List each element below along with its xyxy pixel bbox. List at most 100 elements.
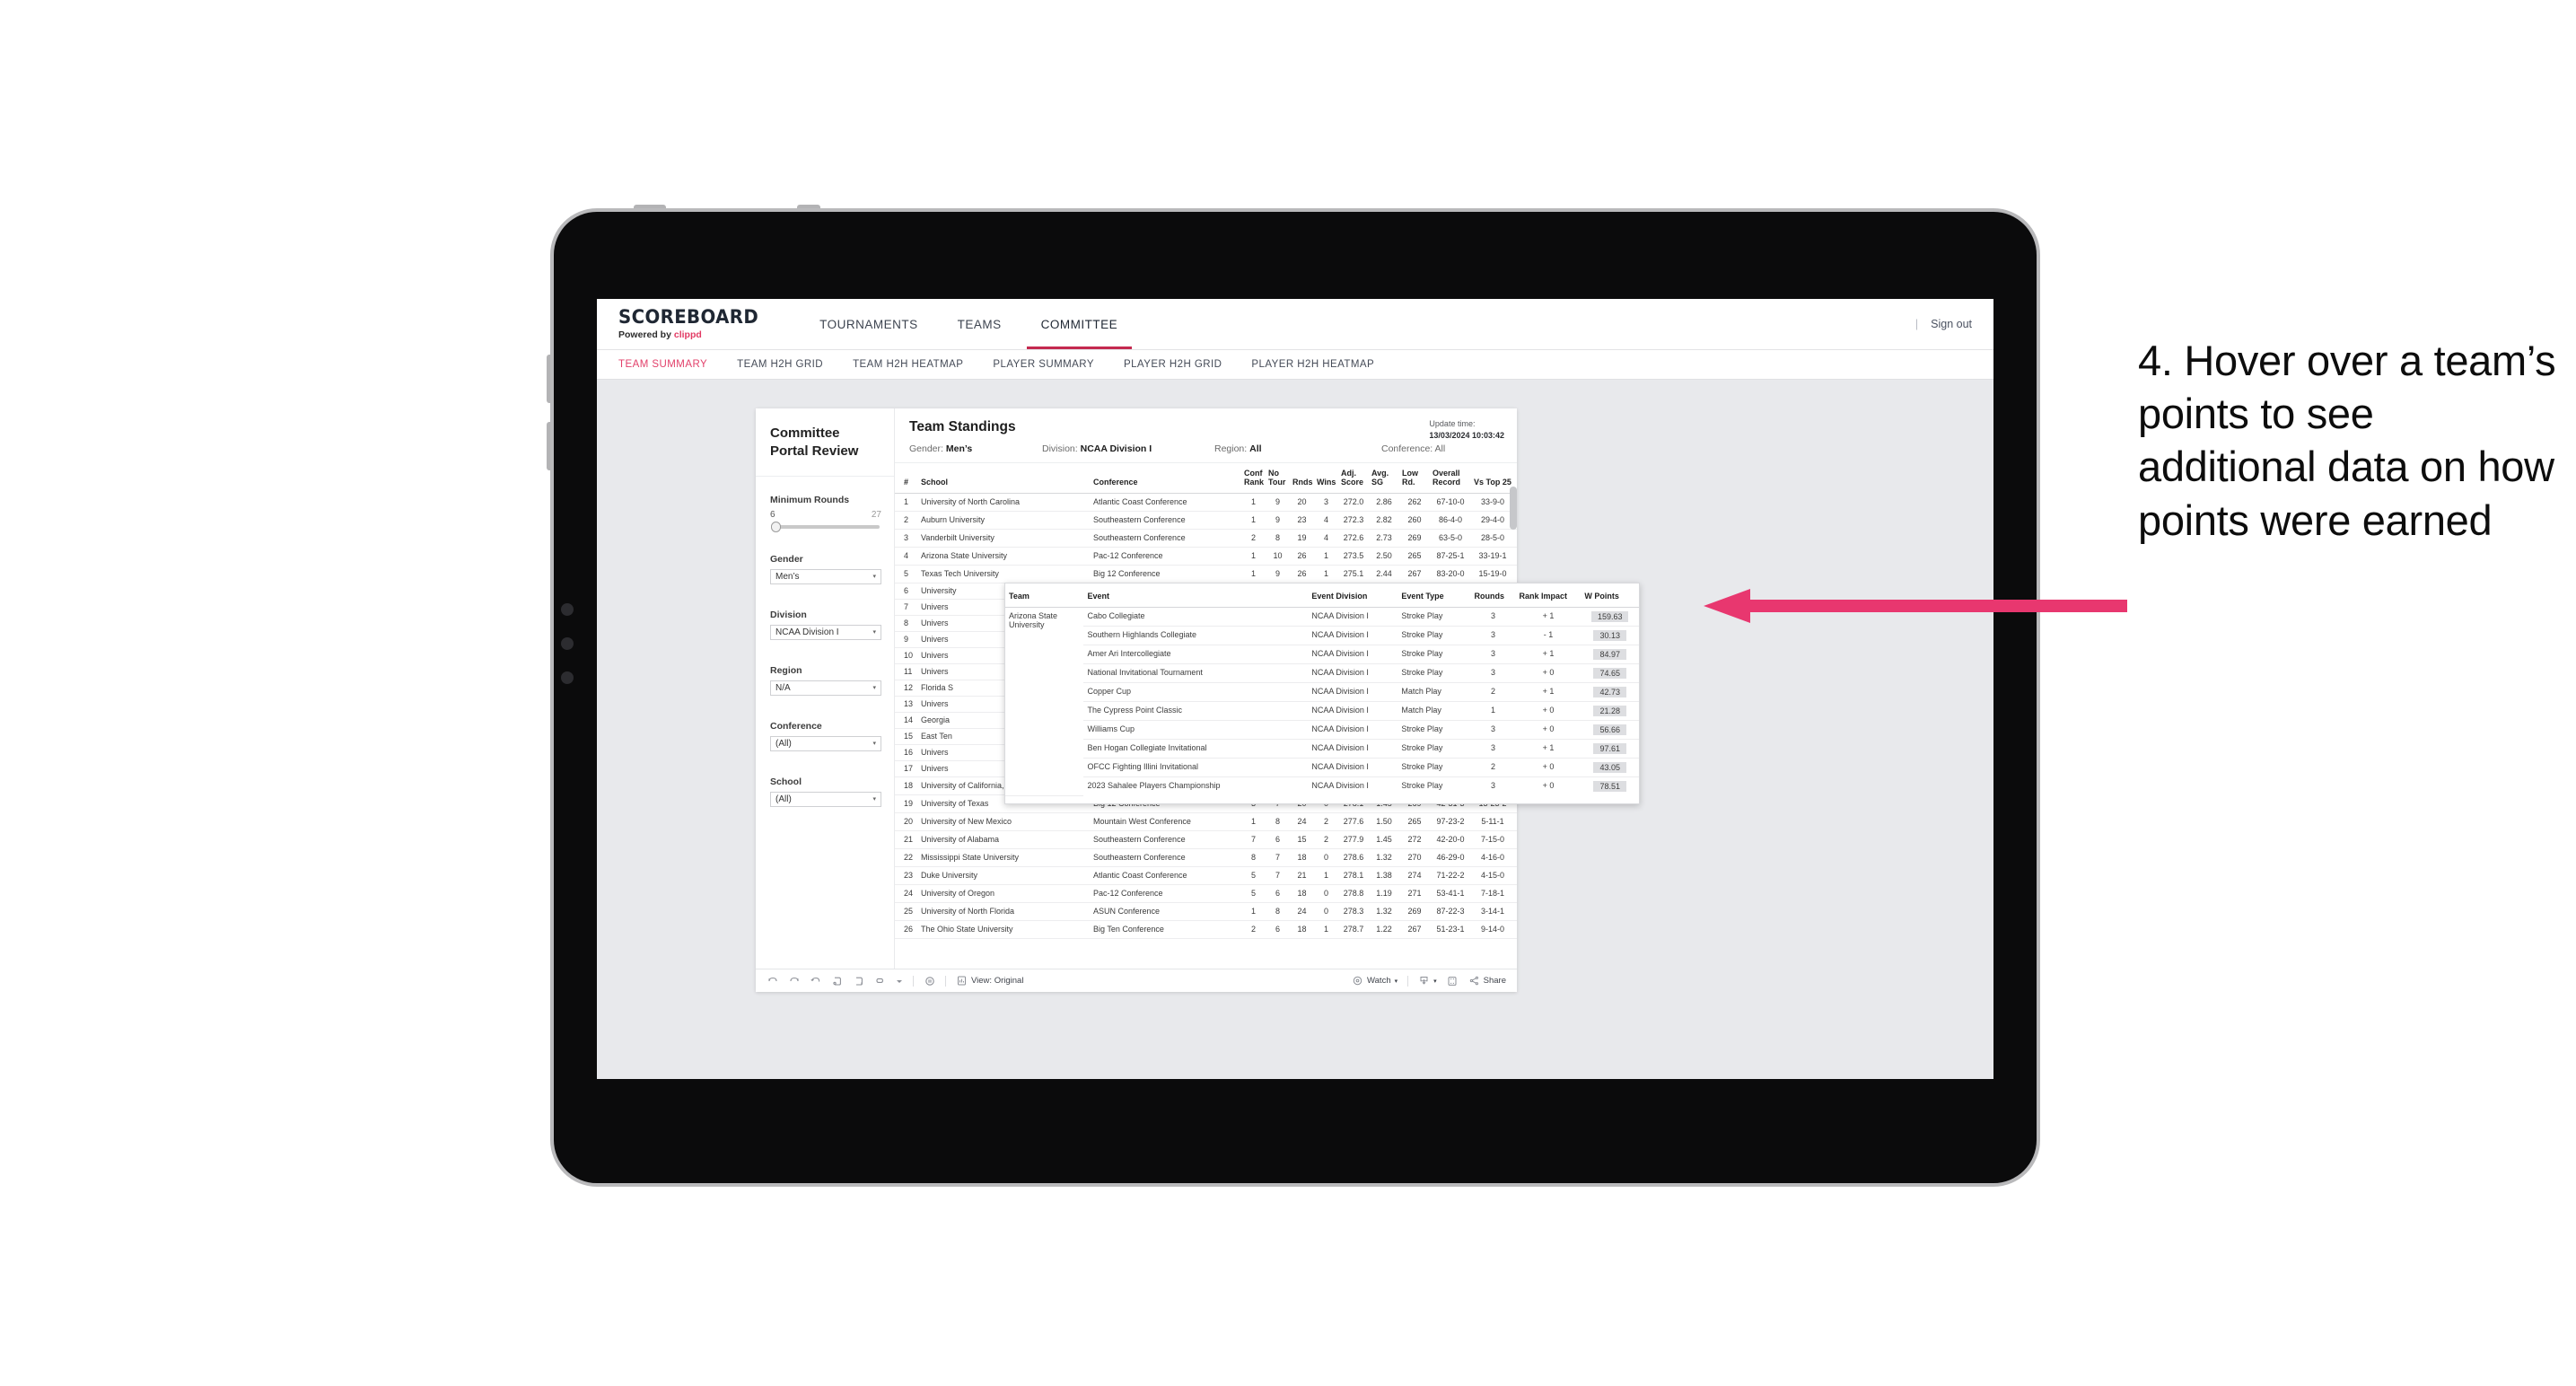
update-time-value: 13/03/2024 10:03:42 xyxy=(1429,431,1504,441)
header-right: | Sign out xyxy=(1915,318,1993,330)
cell-low-rd: 267 xyxy=(1399,565,1430,583)
tab-player-h2h-heatmap[interactable]: PLAYER H2H HEATMAP xyxy=(1251,359,1393,370)
revert-icon[interactable] xyxy=(810,975,821,987)
table-row[interactable]: 3 Vanderbilt University Southeastern Confe… xyxy=(895,529,1517,548)
cell-adj-score: 272.3 xyxy=(1338,511,1369,530)
col-avg-sg[interactable]: Avg. SG xyxy=(1369,463,1399,494)
col-low-rd[interactable]: Low Rd. xyxy=(1399,463,1430,494)
col-school[interactable]: School xyxy=(918,463,1091,494)
brand-logo[interactable]: SCOREBOARD Powered by clippd xyxy=(597,308,784,341)
region-select[interactable]: N/A ▾ xyxy=(770,680,881,696)
cell-rnds: 15 xyxy=(1290,830,1314,849)
tab-player-h2h-grid[interactable]: PLAYER H2H GRID xyxy=(1124,359,1240,370)
cell-low-rd: 265 xyxy=(1399,547,1430,566)
tablet-camera-dots xyxy=(561,603,574,616)
cell-vs-top-25: 3-14-1 xyxy=(1471,902,1514,921)
meta-gender-label: Gender: xyxy=(909,443,943,454)
col-rnds[interactable]: Rnds xyxy=(1290,463,1314,494)
cell-avg-sg: 2.44 xyxy=(1369,565,1399,583)
chevron-down-icon[interactable] xyxy=(896,975,903,987)
col-vs-top-25[interactable]: Vs Top 25 xyxy=(1471,463,1514,494)
viz-toolbar: View: Original Watch ▾ ▾ Share xyxy=(756,969,1517,992)
share-button[interactable]: Share xyxy=(1468,975,1506,987)
conference-select[interactable]: (All) ▾ xyxy=(770,735,881,751)
table-row[interactable]: 20 University of New Mexico Mountain West … xyxy=(895,812,1517,831)
cell-school: University of North Florida xyxy=(918,902,1091,921)
tooltip-cell-rounds: 3 xyxy=(1470,645,1516,664)
col-conf-rank[interactable]: Conf Rank xyxy=(1241,463,1266,494)
tooltip-cell-w-points: 43.05 xyxy=(1581,758,1639,777)
sign-out-button[interactable]: Sign out xyxy=(1931,318,1972,330)
tooltip-cell-rounds: 3 xyxy=(1491,781,1496,790)
cell-conf-rank: 1 xyxy=(1241,902,1266,921)
cell-rank: 23 xyxy=(895,866,918,885)
cell-vs-top-50: 11-23-0 xyxy=(1514,848,1517,867)
table-row[interactable]: 1 University of North Carolina Atlantic Co… xyxy=(895,493,1517,512)
cell-rnds: 23 xyxy=(1290,511,1314,530)
tab-team-h2h-grid[interactable]: TEAM H2H GRID xyxy=(737,359,842,370)
pause-icon[interactable] xyxy=(924,975,935,987)
tab-player-summary[interactable]: PLAYER SUMMARY xyxy=(993,359,1113,370)
highlight-icon[interactable] xyxy=(874,975,886,987)
brand-clippd: clippd xyxy=(673,329,702,340)
minimum-rounds-slider[interactable] xyxy=(771,521,880,532)
table-row[interactable]: 5 Texas Tech University Big 12 Conference 1… xyxy=(895,565,1517,583)
cell-rank: 2 xyxy=(895,511,918,530)
table-row[interactable]: 21 University of Alabama Southeastern Conf… xyxy=(895,830,1517,849)
view-original-label: View: Original xyxy=(971,976,1024,986)
undo-icon[interactable] xyxy=(767,975,778,987)
table-row[interactable]: 23 Duke University Atlantic Coast Conferen… xyxy=(895,866,1517,885)
nav-item-tournaments[interactable]: TOURNAMENTS xyxy=(800,299,938,349)
vertical-scrollbar[interactable] xyxy=(1510,487,1517,530)
nav-item-teams[interactable]: TEAMS xyxy=(938,299,1021,349)
col-overall-record[interactable]: Overall Record xyxy=(1430,463,1471,494)
col-no-tour[interactable]: No Tour xyxy=(1266,463,1290,494)
col-conference[interactable]: Conference xyxy=(1091,463,1241,494)
table-row[interactable]: 4 Arizona State University Pac-12 Conferen… xyxy=(895,547,1517,566)
sub-tab-bar: TEAM SUMMARY TEAM H2H GRID TEAM H2H HEAT… xyxy=(597,350,1993,380)
tooltip-row: Copper Cup NCAA Division I Match Play 2 + 1 4… xyxy=(1005,682,1639,702)
download-button[interactable]: ▾ xyxy=(1418,975,1437,987)
tooltip-row: National Invitational Tournament NCAA Div… xyxy=(1005,663,1639,683)
workspace: Committee Portal Review Minimum Rounds 6… xyxy=(597,380,1993,1079)
view-original-button[interactable]: View: Original xyxy=(956,975,1023,987)
cell-avg-sg: 2.73 xyxy=(1369,529,1399,548)
watch-button[interactable]: Watch ▾ xyxy=(1352,975,1398,987)
minimum-rounds-slider-handle[interactable] xyxy=(771,521,781,532)
col-adj-score[interactable]: Adj. Score xyxy=(1338,463,1369,494)
cell-conference: Pac-12 Conference xyxy=(1091,547,1241,566)
table-row[interactable]: 24 University of Oregon Pac-12 Conference 5… xyxy=(895,884,1517,903)
cell-overall-record: 53-41-1 xyxy=(1430,884,1471,903)
cell-overall-record: 87-22-3 xyxy=(1430,902,1471,921)
cell-rank: 14 xyxy=(895,712,918,729)
chevron-down-icon: ▾ xyxy=(872,629,876,636)
tooltip-cell-event-type: Stroke Play xyxy=(1398,758,1471,777)
nav-item-committee[interactable]: COMMITTEE xyxy=(1021,299,1138,349)
refresh-data-icon[interactable] xyxy=(831,975,843,987)
w-points-chip: 97.61 xyxy=(1593,743,1626,754)
gender-select[interactable]: Men’s ▾ xyxy=(770,568,881,584)
share-icon xyxy=(1468,975,1480,987)
division-select[interactable]: NCAA Division I ▾ xyxy=(770,624,881,640)
col-wins[interactable]: Wins xyxy=(1314,463,1338,494)
tooltip-cell-event-type: Stroke Play xyxy=(1398,626,1471,645)
cell-rank: 10 xyxy=(895,647,918,664)
tab-team-summary[interactable]: TEAM SUMMARY xyxy=(618,359,726,370)
tooltip-cell-w-points: 159.63 xyxy=(1581,607,1639,627)
cell-conference: Mountain West Conference xyxy=(1091,812,1241,831)
col-rank[interactable]: # xyxy=(895,463,918,494)
school-select[interactable]: (All) ▾ xyxy=(770,791,881,807)
fullscreen-icon[interactable] xyxy=(1447,975,1459,987)
tab-team-h2h-heatmap[interactable]: TEAM H2H HEATMAP xyxy=(853,359,982,370)
table-row[interactable]: 26 The Ohio State University Big Ten Confe… xyxy=(895,920,1517,939)
cell-rank: 19 xyxy=(895,794,918,813)
table-row[interactable]: 22 Mississippi State University Southeaste… xyxy=(895,848,1517,867)
redo-icon[interactable] xyxy=(788,975,800,987)
cell-overall-record: 97-23-2 xyxy=(1430,812,1471,831)
table-row[interactable]: 2 Auburn University Southeastern Conferenc… xyxy=(895,511,1517,530)
table-row[interactable]: 25 University of North Florida ASUN Confer… xyxy=(895,902,1517,921)
pause-auto-update-icon[interactable] xyxy=(853,975,864,987)
tooltip-cell-w-points: 21.28 xyxy=(1581,701,1639,721)
